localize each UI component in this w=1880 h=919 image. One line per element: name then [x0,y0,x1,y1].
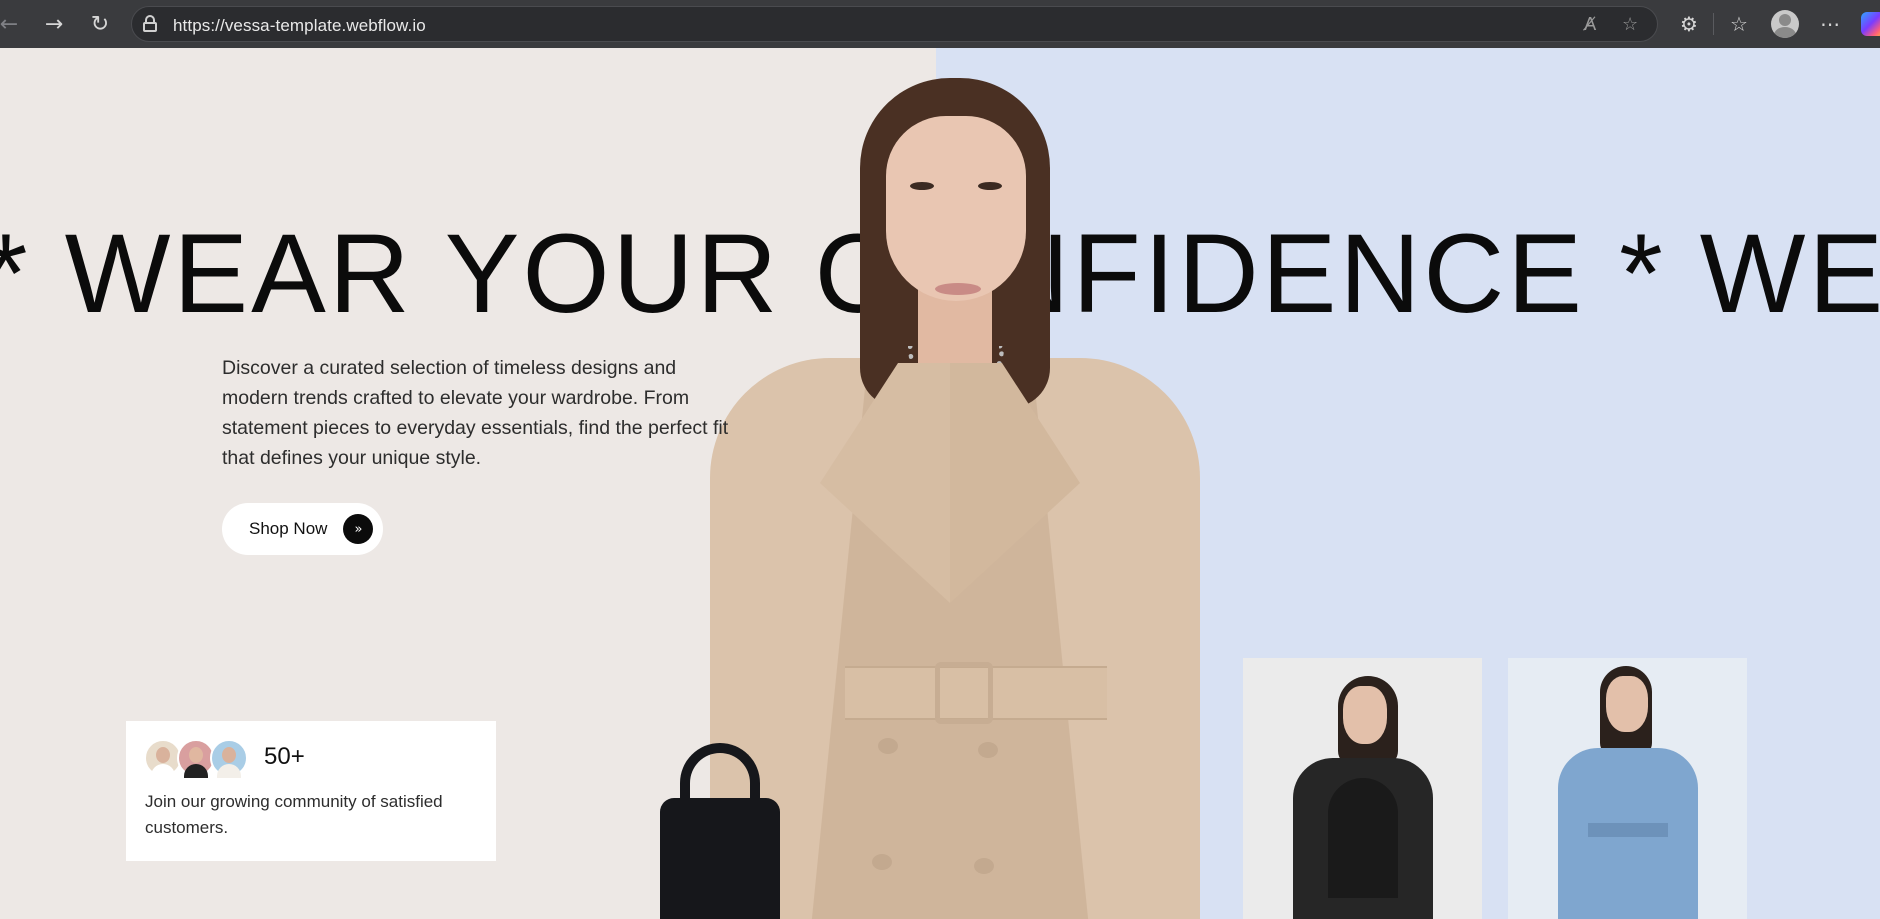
extensions-icon[interactable]: ⚙ [1672,7,1706,41]
lock-icon[interactable] [142,15,158,33]
hero-description: Discover a curated selection of timeless… [222,357,729,469]
profile-icon[interactable] [1771,10,1799,38]
favorite-star-icon[interactable]: ☆ [1622,14,1638,35]
read-aloud-icon[interactable]: A̸ [1584,14,1596,35]
hero-model-image [660,78,1200,919]
shop-now-button[interactable]: Shop Now » [222,503,383,555]
community-card: 50+ Join our growing community of satisf… [126,721,496,861]
more-icon[interactable]: ⋯ [1813,7,1847,41]
hero-section: * WEAR YOUR CONFIDENCE * WEAR YOUR CONFI… [0,48,1880,919]
favorites-icon[interactable]: ☆ [1722,7,1756,41]
product-image-black-outfit[interactable] [1243,658,1482,919]
customer-avatar [210,739,248,778]
address-bar[interactable]: https://vessa-template.webflow.io A̸ ☆ [131,6,1658,42]
browser-toolbar: ← → ↻ https://vessa-template.webflow.io … [0,0,1880,48]
forward-arrow-icon[interactable]: → [37,7,71,41]
back-arrow-icon[interactable]: ← [0,7,26,41]
double-chevron-right-icon[interactable]: » [343,514,373,544]
product-image-blue-dress[interactable] [1508,658,1747,919]
copilot-icon[interactable] [1861,12,1880,36]
reload-icon[interactable]: ↻ [83,7,117,41]
url-text[interactable]: https://vessa-template.webflow.io [173,16,426,36]
community-count: 50+ [264,743,305,770]
toolbar-divider [1713,13,1714,35]
community-text: Join our growing community of satisfied … [145,792,443,837]
shop-now-label[interactable]: Shop Now [249,519,327,539]
